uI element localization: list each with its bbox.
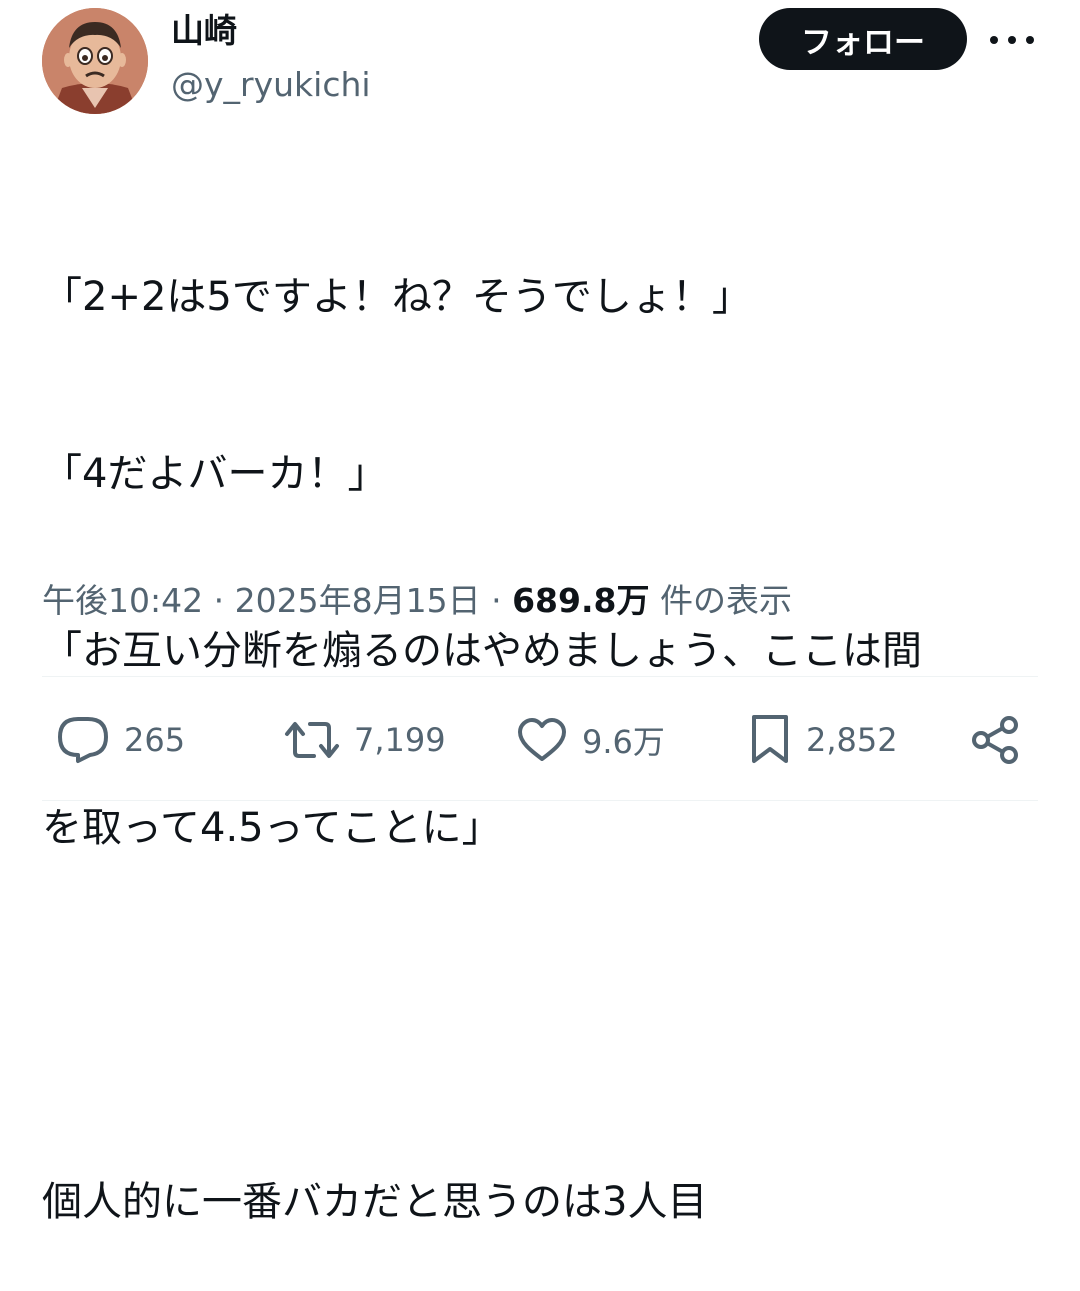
dot: [1008, 36, 1016, 44]
avatar[interactable]: [42, 8, 148, 114]
tweet-header: 山崎 @y_ryukichi フォロー: [0, 0, 1080, 120]
retweet-count: 7,199: [354, 721, 446, 759]
tweet-line: 「お互い分断を煽るのはやめましょう、ここは間: [42, 628, 922, 674]
views-label: 件の表示: [649, 581, 792, 620]
heart-icon: [518, 718, 566, 761]
reply-icon: [58, 717, 108, 763]
cartoon-face-avatar-icon: [42, 8, 148, 114]
dot: [1026, 36, 1034, 44]
reply-count: 265: [124, 721, 186, 759]
share-icon: [972, 716, 1018, 764]
user-handle[interactable]: @y_ryukichi: [171, 62, 371, 108]
reply-button[interactable]: 265: [56, 712, 185, 768]
retweet-button[interactable]: 7,199: [284, 712, 446, 768]
tweet-line: 個人的に一番バカだと思うのは3人目: [42, 1179, 708, 1225]
tweet-time[interactable]: 午後10:42: [42, 581, 203, 620]
tweet-date[interactable]: 2025年8月15日: [235, 581, 481, 620]
tweet-line: 「4だよバーカ！」: [42, 451, 388, 497]
separator: ·: [203, 581, 235, 620]
bookmark-icon: [752, 715, 788, 763]
share-button[interactable]: [970, 712, 1020, 768]
retweet-icon: [285, 722, 339, 758]
bookmark-count: 2,852: [806, 721, 898, 759]
action-bar: 265 7,199 9.6万 2,852: [0, 700, 1080, 780]
tweet-meta: 午後10:42 · 2025年8月15日 · 689.8万 件の表示: [42, 578, 792, 624]
like-count: 9.6万: [582, 723, 665, 761]
bottom-divider: [42, 800, 1038, 801]
display-name[interactable]: 山崎: [171, 8, 237, 54]
like-button[interactable]: 9.6万: [516, 712, 665, 768]
tweet-line: 「2+2は5ですよ！ね？そうでしょ！」: [42, 274, 752, 320]
views-count[interactable]: 689.8万: [512, 581, 649, 620]
dot: [990, 36, 998, 44]
separator: ·: [480, 581, 513, 620]
tweet-line: を取って4.5ってことに」: [42, 805, 502, 851]
divider: [42, 676, 1038, 677]
follow-button[interactable]: フォロー: [759, 8, 967, 70]
more-icon[interactable]: [990, 22, 1034, 58]
bookmark-button[interactable]: 2,852: [748, 712, 898, 768]
